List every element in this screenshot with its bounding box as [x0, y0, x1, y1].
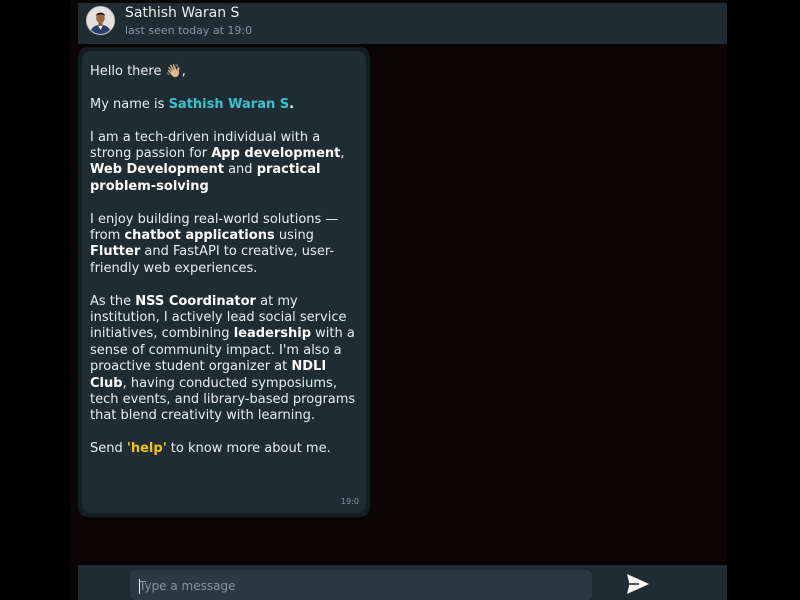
message-paragraph-help: Send 'help' to know more about me.: [90, 441, 362, 457]
composer-bar: [78, 565, 727, 600]
send-button[interactable]: [626, 573, 650, 595]
name-period: .: [289, 96, 295, 112]
text-span: to know more about me.: [166, 441, 331, 457]
message-input-container[interactable]: [130, 570, 592, 600]
message-paragraph-passion: I am a tech-driven individual with a str…: [90, 130, 362, 196]
name-intro: My name is: [90, 96, 169, 112]
greeting-text: Hello there: [90, 64, 166, 79]
bold-leadership: leadership: [233, 326, 312, 342]
message-paragraph-name: My name is Sathish Waran S.: [90, 97, 362, 113]
chat-header: Sathish Waran S last seen today at 19:0: [78, 3, 727, 44]
text-span: ,: [340, 146, 345, 161]
message-paragraph-greeting: Hello there 👋🏼,: [90, 64, 362, 80]
text-span: , having conducted symposiums, tech even…: [90, 375, 356, 424]
highlighted-name: Sathish Waran S: [168, 96, 290, 112]
text-caret: [139, 579, 140, 594]
send-arrow-icon: [627, 574, 649, 594]
waving-hand-emoji-icon: 👋🏼: [165, 64, 182, 79]
bold-web-development: Web Development: [90, 162, 224, 178]
text-span: As the: [90, 293, 136, 309]
text-span: Send: [90, 441, 127, 457]
avatar[interactable]: [86, 6, 115, 35]
text-span: using: [274, 228, 314, 244]
bold-app-development: App development: [211, 146, 341, 161]
message-bubble-shadow: Hello there 👋🏼, My name is Sathish Waran…: [78, 47, 370, 517]
message-list: Hello there 👋🏼, My name is Sathish Waran…: [78, 44, 727, 564]
profile-photo-icon: [87, 7, 114, 34]
bold-nss-coordinator: NSS Coordinator: [135, 293, 256, 309]
contact-name: Sathish Waran S: [125, 5, 240, 21]
message-text: Hello there 👋🏼, My name is Sathish Waran…: [90, 64, 362, 474]
text-span: and: [223, 162, 257, 178]
greeting-punct: ,: [181, 64, 186, 79]
bold-chatbot-applications: chatbot applications: [124, 228, 275, 244]
message-timestamp: 19:0: [341, 497, 359, 506]
message-paragraph-projects: I enjoy building real-world solutions — …: [90, 212, 362, 278]
message-input[interactable]: [139, 576, 579, 596]
message-bubble: Hello there 👋🏼, My name is Sathish Waran…: [82, 51, 366, 513]
last-seen-status: last seen today at 19:0: [125, 24, 253, 37]
highlighted-help-command: 'help': [126, 441, 167, 457]
bold-flutter: Flutter: [90, 244, 141, 260]
message-paragraph-roles: As the NSS Coordinator at my institution…: [90, 294, 362, 425]
